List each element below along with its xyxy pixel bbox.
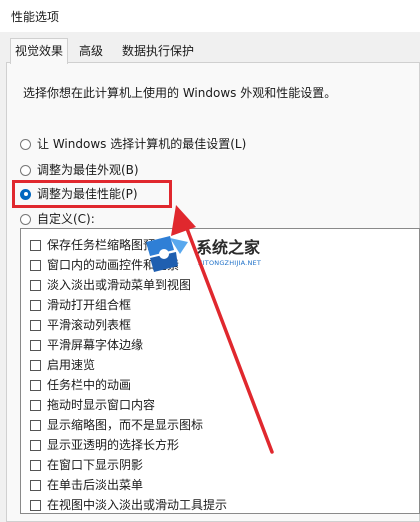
checkbox-item[interactable]: 平滑屏幕字体边缘 bbox=[30, 336, 143, 354]
radio-best-performance[interactable]: 调整为最佳性能(P) bbox=[20, 185, 138, 203]
checkbox-item[interactable]: 在窗口下显示阴影 bbox=[30, 456, 143, 474]
radio-label: 自定义(C): bbox=[37, 212, 95, 226]
checkbox-item[interactable]: 淡入淡出或滑动菜单到视图 bbox=[30, 276, 191, 294]
tab-strip: 视觉效果 高级 数据执行保护 bbox=[0, 32, 420, 64]
checkbox-item[interactable]: 在视图中淡入淡出或滑动工具提示 bbox=[30, 496, 228, 513]
checkbox-label: 任务栏中的动画 bbox=[47, 378, 132, 392]
checkbox-icon bbox=[30, 379, 41, 391]
radio-best-appearance[interactable]: 调整为最佳外观(B) bbox=[20, 161, 139, 179]
radio-button-icon bbox=[20, 164, 31, 176]
checkbox-label: 平滑滚动列表框 bbox=[47, 318, 132, 332]
checkbox-icon bbox=[30, 299, 41, 311]
visual-effects-checkbox-list[interactable]: 保存任务栏缩略图预览 窗口内的动画控件和元素 淡入淡出或滑动菜单到视图 滑动打开… bbox=[20, 228, 420, 514]
checkbox-icon bbox=[30, 479, 41, 491]
description-text: 选择你想在此计算机上使用的 Windows 外观和性能设置。 bbox=[23, 86, 337, 100]
checkbox-label: 启用速览 bbox=[47, 358, 96, 372]
checkbox-item[interactable]: 在单击后淡出菜单 bbox=[30, 476, 143, 494]
radio-label: 调整为最佳外观(B) bbox=[37, 163, 139, 177]
checkbox-icon bbox=[30, 459, 41, 471]
checkbox-icon bbox=[30, 279, 41, 291]
checkbox-label: 淡入淡出或滑动菜单到视图 bbox=[47, 278, 192, 292]
checkbox-label: 显示缩略图，而不是显示图标 bbox=[47, 418, 204, 432]
checkbox-label: 平滑屏幕字体边缘 bbox=[47, 338, 144, 352]
checkbox-label: 保存任务栏缩略图预览 bbox=[47, 238, 168, 252]
checkbox-icon bbox=[30, 399, 41, 411]
checkbox-icon bbox=[30, 259, 41, 271]
radio-button-selected-icon bbox=[20, 188, 31, 200]
radio-button-icon bbox=[20, 213, 31, 225]
checkbox-item[interactable]: 平滑滚动列表框 bbox=[30, 316, 131, 334]
checkbox-item[interactable]: 启用速览 bbox=[30, 356, 95, 374]
checkbox-icon bbox=[30, 239, 41, 251]
checkbox-label: 在视图中淡入淡出或滑动工具提示 bbox=[47, 498, 228, 512]
radio-let-windows-choose[interactable]: 让 Windows 选择计算机的最佳设置(L) bbox=[20, 135, 246, 153]
checkbox-icon bbox=[30, 319, 41, 331]
checkbox-label: 拖动时显示窗口内容 bbox=[47, 398, 156, 412]
checkbox-label: 滑动打开组合框 bbox=[47, 298, 132, 312]
tab-visual-effects[interactable]: 视觉效果 bbox=[10, 38, 69, 64]
checkbox-icon bbox=[30, 339, 41, 351]
checkbox-item[interactable]: 显示亚透明的选择长方形 bbox=[30, 436, 179, 454]
tab-advanced[interactable]: 高级 bbox=[75, 41, 108, 61]
checkbox-item[interactable]: 滑动打开组合框 bbox=[30, 296, 131, 314]
title-bar: 性能选项 bbox=[0, 0, 420, 32]
checkbox-label: 窗口内的动画控件和元素 bbox=[47, 258, 180, 272]
radio-button-icon bbox=[20, 138, 31, 150]
checkbox-item[interactable]: 窗口内的动画控件和元素 bbox=[30, 256, 179, 274]
checkbox-icon bbox=[30, 359, 41, 371]
tab-data-execution-prevention[interactable]: 数据执行保护 bbox=[118, 41, 199, 61]
radio-custom[interactable]: 自定义(C): bbox=[20, 210, 95, 228]
checkbox-label: 在单击后淡出菜单 bbox=[47, 478, 144, 492]
window-title: 性能选项 bbox=[11, 10, 60, 24]
checkbox-icon bbox=[30, 419, 41, 431]
checkbox-icon bbox=[30, 499, 41, 511]
checkbox-item[interactable]: 任务栏中的动画 bbox=[30, 376, 131, 394]
checkbox-item[interactable]: 保存任务栏缩略图预览 bbox=[30, 236, 167, 254]
radio-label: 让 Windows 选择计算机的最佳设置(L) bbox=[37, 137, 247, 151]
checkbox-label: 显示亚透明的选择长方形 bbox=[47, 438, 180, 452]
radio-label: 调整为最佳性能(P) bbox=[37, 187, 138, 201]
checkbox-icon bbox=[30, 439, 41, 451]
checkbox-item[interactable]: 显示缩略图，而不是显示图标 bbox=[30, 416, 203, 434]
checkbox-item[interactable]: 拖动时显示窗口内容 bbox=[30, 396, 155, 414]
checkbox-label: 在窗口下显示阴影 bbox=[47, 458, 144, 472]
